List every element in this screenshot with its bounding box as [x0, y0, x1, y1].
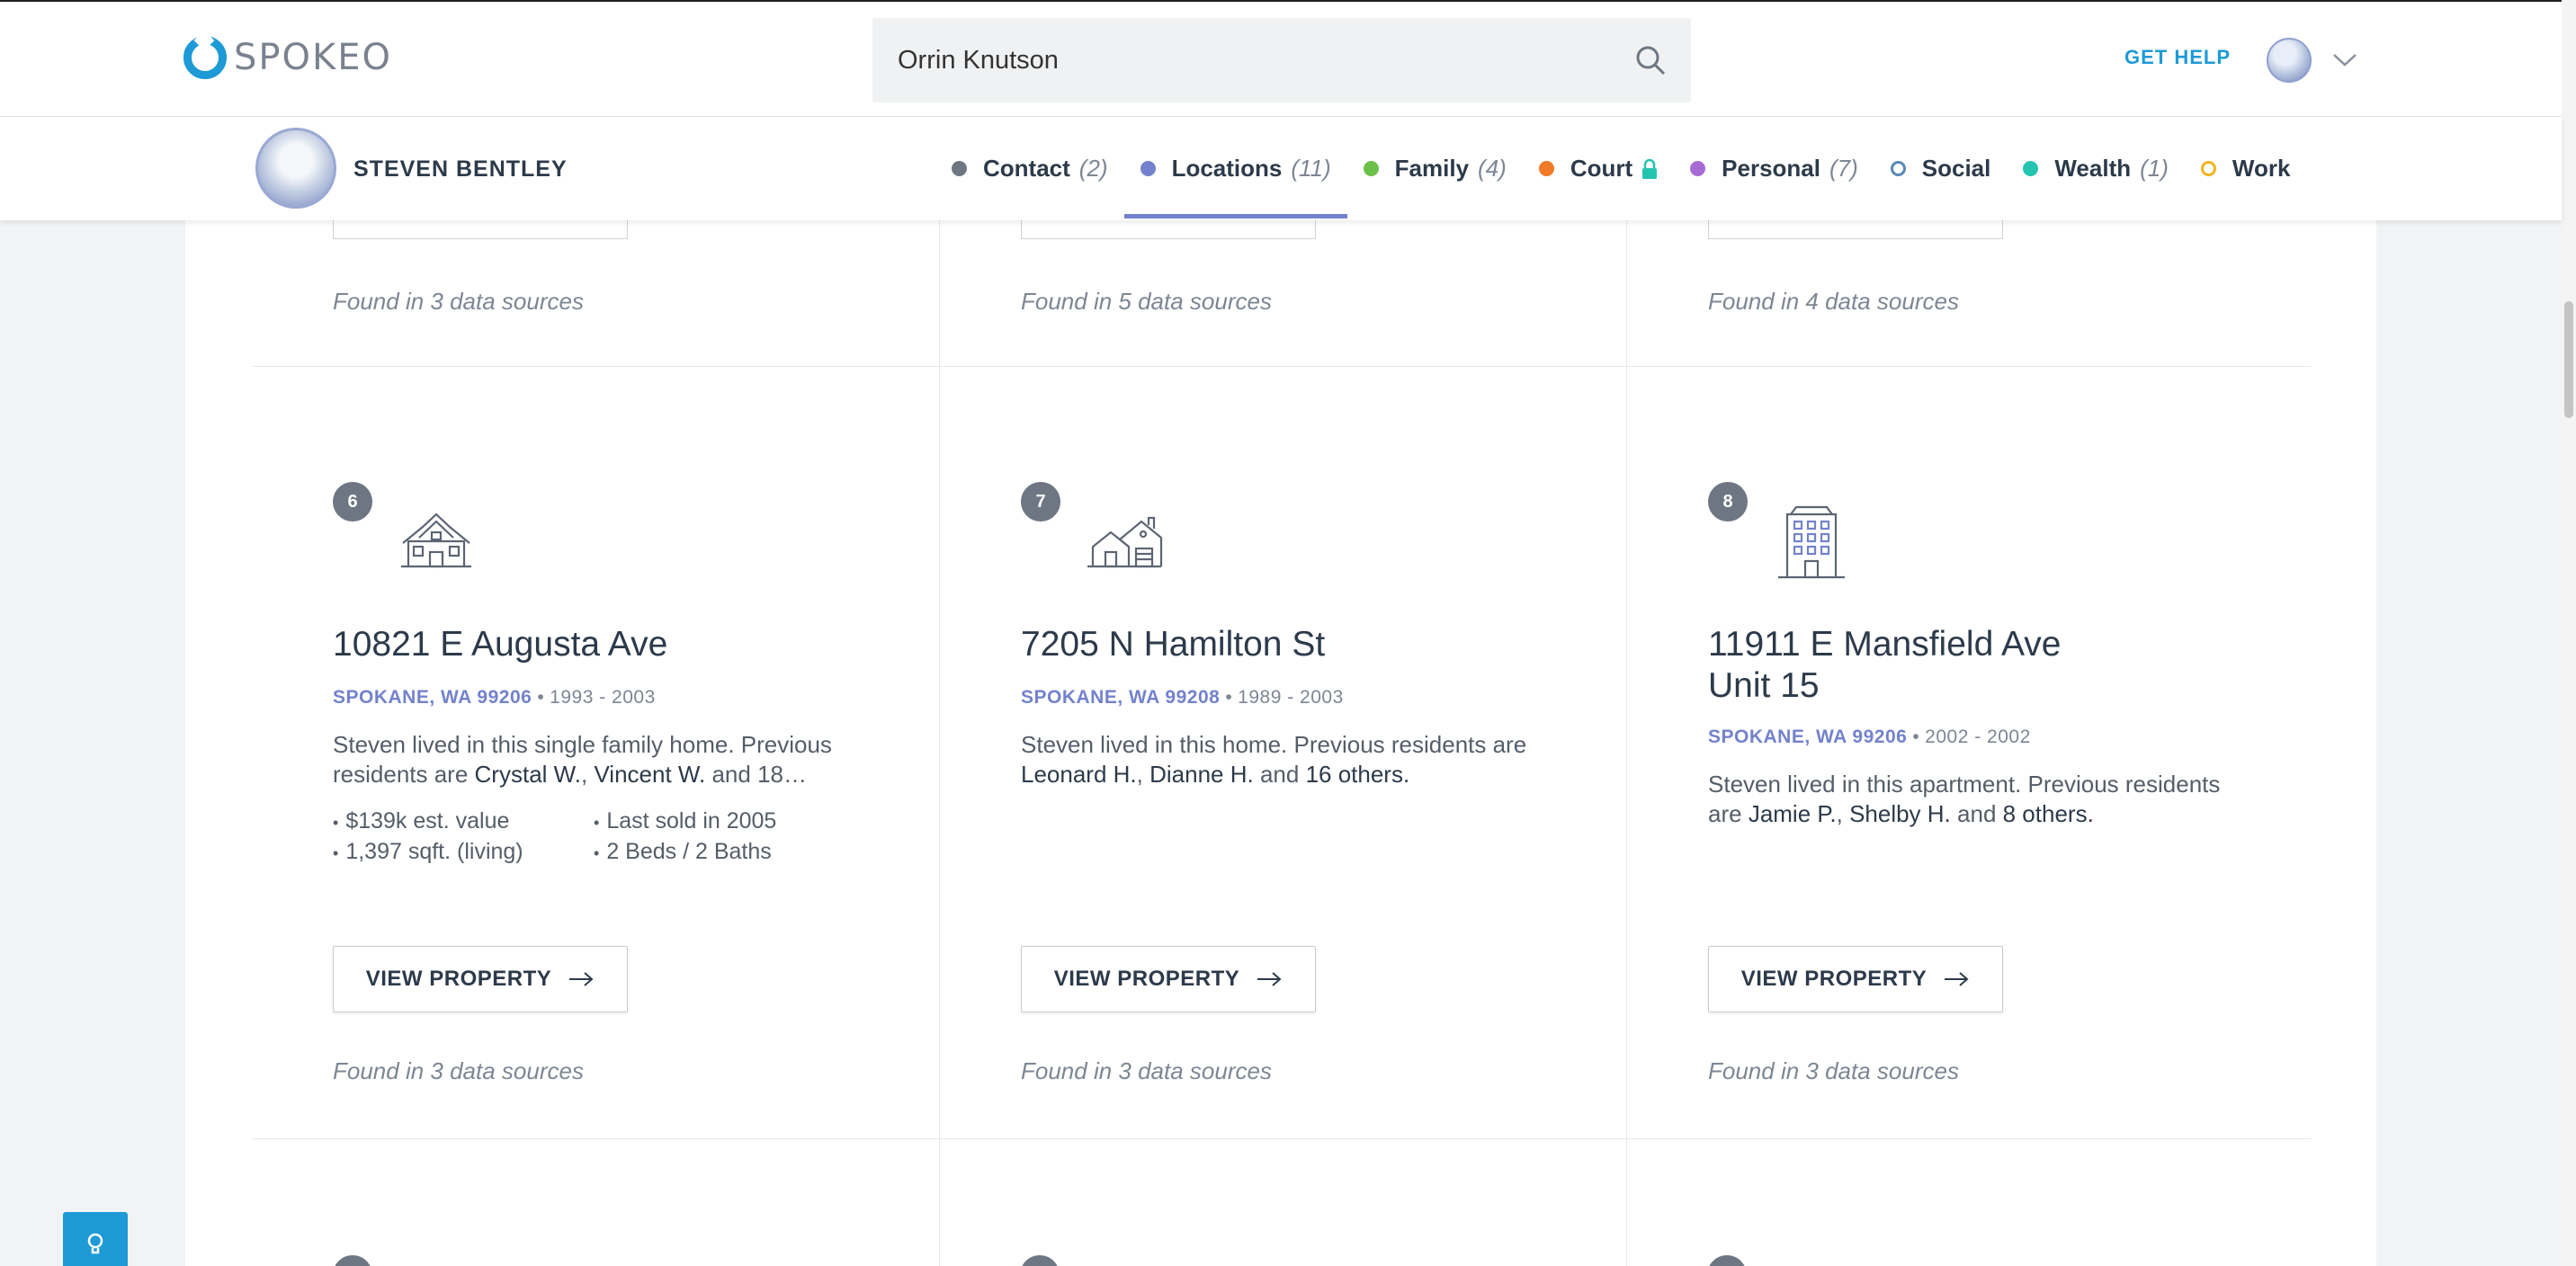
top-header: SPOKEO GET HELP [0, 0, 2562, 117]
arrow-right-icon [1945, 972, 1969, 986]
location-description: Steven lived in this home. Previous resi… [1021, 731, 1527, 788]
house-icon [401, 513, 471, 568]
address-line-1: 11911 E Mansfield Ave [1708, 625, 2062, 664]
location-card-next [939, 1139, 1626, 1266]
found-in-sources: Found in 3 data sources [333, 1057, 584, 1084]
wealth-dot-icon [2023, 161, 2039, 176]
tab-court[interactable]: Court [1523, 117, 1674, 220]
tab-wealth[interactable]: Wealth (1) [2007, 117, 2185, 220]
chevron-down-icon[interactable] [2331, 49, 2358, 70]
city-link[interactable]: SPOKANE, WA 99206 [333, 687, 532, 708]
locations-dot-icon [1140, 161, 1156, 176]
social-dot-icon [1890, 161, 1906, 176]
arrow-right-icon [1257, 972, 1282, 986]
logo-mark-icon [183, 36, 227, 79]
home-icon [1087, 516, 1163, 568]
location-card-next [252, 1139, 939, 1266]
location-address: 10821 E Augusta Ave [333, 624, 667, 665]
location-card-next [1626, 1139, 2313, 1266]
search-icon [1636, 46, 1666, 76]
city-link[interactable]: SPOKANE, WA 99208 [1021, 687, 1220, 708]
view-property-button[interactable]: VIEW PROPERTY [1708, 946, 2003, 1012]
search-box [872, 18, 1691, 103]
get-help-link[interactable]: GET HELP [2124, 46, 2231, 69]
found-in-sources: Found in 3 data sources [1708, 1057, 1959, 1084]
tab-social[interactable]: Social [1874, 117, 2008, 220]
address-line-1: 7205 N Hamilton St [1021, 625, 1326, 664]
person-name: STEVEN BENTLEY [353, 156, 568, 182]
location-number-badge: 8 [1708, 482, 1748, 522]
resident-name[interactable]: Vincent W. [594, 761, 705, 788]
lock-icon [1642, 158, 1658, 179]
personal-dot-icon [1690, 161, 1706, 176]
locations-row-next [252, 1139, 2312, 1266]
lightbulb-icon [87, 1233, 103, 1254]
years-lived: 2002 - 2002 [1925, 727, 2031, 747]
location-meta: SPOKANE, WA 99206 • 2002 - 2002 [1708, 727, 2031, 747]
tab-work[interactable]: Work [2185, 117, 2307, 220]
location-meta: SPOKANE, WA 99208 • 1989 - 2003 [1021, 687, 1344, 708]
user-avatar[interactable] [2267, 38, 2312, 83]
location-card-7: 7 7205 N Hamilton St SPOKANE, WA 99208 • 1… [939, 367, 1626, 1138]
years-lived: 1989 - 2003 [1238, 687, 1344, 708]
person-avatar [255, 128, 336, 209]
tab-family[interactable]: Family (4) [1347, 117, 1523, 220]
address-line-2: Unit 15 [1708, 666, 1820, 705]
property-fact: 2 Beds / 2 Baths [594, 836, 771, 869]
years-lived: 1993 - 2003 [550, 687, 656, 708]
city-link[interactable]: SPOKANE, WA 99206 [1708, 727, 1907, 747]
scrollbar-thumb[interactable] [2564, 301, 2573, 418]
contact-dot-icon [952, 161, 967, 176]
logo-text: SPOKEO [234, 37, 392, 78]
location-description: Steven lived in this apartment. Previous… [1708, 771, 2221, 827]
location-card-8: 8 11911 E Mansfield Ave Unit 15 SPOKANE,… [1626, 367, 2313, 1138]
view-property-button[interactable]: VIEW PROPERTY [1021, 946, 1316, 1012]
arrow-right-icon [569, 972, 594, 986]
section-tabs: Contact (2) Locations (11) Family (4) Court… [935, 117, 2306, 220]
tab-contact[interactable]: Contact (2) [935, 117, 1124, 220]
tab-locations[interactable]: Locations (11) [1123, 117, 1347, 220]
court-dot-icon [1538, 161, 1554, 176]
scrollbar-track[interactable] [2562, 0, 2576, 1266]
location-address: 11911 E Mansfield Ave Unit 15 [1708, 624, 2061, 707]
location-address: 7205 N Hamilton St [1021, 624, 1325, 665]
property-fact: Last sold in 2005 [594, 806, 776, 838]
apartment-building-icon [1778, 505, 1845, 579]
location-number-badge: 6 [333, 482, 372, 522]
property-fact: $139k est. value [333, 806, 509, 838]
location-description: Steven lived in this single family home.… [333, 731, 832, 788]
location-meta: SPOKANE, WA 99206 • 1993 - 2003 [333, 687, 656, 708]
resident-name[interactable]: Leonard H. [1021, 761, 1137, 788]
resident-name[interactable]: Jamie P. [1749, 800, 1837, 827]
search-button[interactable] [1628, 38, 1673, 83]
search-input[interactable] [898, 38, 1599, 83]
family-dot-icon [1363, 161, 1379, 176]
property-fact: 1,397 sqft. (living) [333, 836, 523, 869]
view-property-button[interactable]: VIEW PROPERTY [333, 946, 628, 1012]
location-number-badge: 7 [1021, 482, 1060, 522]
tips-button[interactable] [63, 1212, 128, 1266]
resident-name[interactable]: Dianne H. [1149, 761, 1254, 788]
location-card-6: 6 10821 E Augusta Ave SPOKANE, WA 99206 •… [252, 367, 939, 1138]
tab-personal[interactable]: Personal (7) [1674, 117, 1874, 220]
profile-subnav: STEVEN BENTLEY Contact (2) Locations (11) … [0, 117, 2562, 220]
work-dot-icon [2200, 161, 2216, 176]
spokeo-logo[interactable]: SPOKEO [183, 36, 392, 79]
found-in-sources: Found in 3 data sources [1021, 1057, 1272, 1084]
resident-name[interactable]: Crystal W. [475, 761, 581, 788]
resident-name[interactable]: Shelby H. [1849, 800, 1951, 827]
address-line-1: 10821 E Augusta Ave [333, 625, 668, 664]
